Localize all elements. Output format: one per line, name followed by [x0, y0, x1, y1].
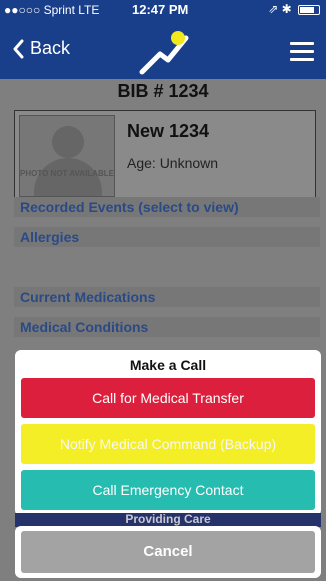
sheet-title: Make a Call	[129, 357, 207, 373]
status-icons-text: ⇗ ✱	[268, 2, 292, 16]
carrier-label: ●●○○○ Sprint LTE	[4, 3, 100, 17]
avatar-head	[52, 126, 84, 158]
bib-number: BIB # 1234	[117, 81, 209, 101]
status-bar: ●●○○○ Sprint LTE 12:47 PM ⇗ ✱	[0, 0, 326, 20]
app-logo-icon	[139, 31, 189, 75]
photo-not-available-label: PHOTO NOT AVAILABLE	[20, 169, 114, 178]
back-label: Back	[30, 38, 71, 58]
cancel-button[interactable]: Cancel	[21, 531, 315, 573]
photo-placeholder[interactable]: PHOTO NOT AVAILABLE	[19, 115, 115, 197]
back-button[interactable]: Back	[12, 38, 70, 59]
section-medical-conditions[interactable]: Medical Conditions	[14, 317, 320, 337]
cancel-container: Cancel	[15, 526, 321, 578]
providing-care-label: Providing Care	[15, 513, 321, 527]
section-recorded-events[interactable]: Recorded Events (select to view)	[14, 197, 320, 217]
patient-card: PHOTO NOT AVAILABLE New 1234 Age: Unknow…	[14, 110, 316, 202]
battery-icon	[298, 4, 320, 15]
chevron-left-icon	[13, 39, 24, 58]
call-medical-transfer-button[interactable]: Call for Medical Transfer	[21, 378, 315, 418]
notify-medical-command-button[interactable]: Notify Medical Command (Backup)	[21, 424, 315, 464]
section-allergies[interactable]: Allergies	[14, 227, 320, 247]
menu-icon[interactable]	[290, 42, 314, 62]
patient-name: New 1234	[127, 121, 210, 141]
status-icons: ⇗ ✱	[268, 2, 320, 16]
nav-bar: ●●○○○ Sprint LTE 12:47 PM ⇗ ✱ Back	[0, 0, 326, 79]
clock: 12:47 PM	[132, 2, 189, 17]
patient-age: Age: Unknown	[127, 155, 219, 171]
call-emergency-contact-button[interactable]: Call Emergency Contact	[21, 470, 315, 510]
make-call-sheet: Make a Call Call for Medical Transfer No…	[15, 350, 321, 516]
section-current-medications[interactable]: Current Medications	[14, 287, 320, 307]
